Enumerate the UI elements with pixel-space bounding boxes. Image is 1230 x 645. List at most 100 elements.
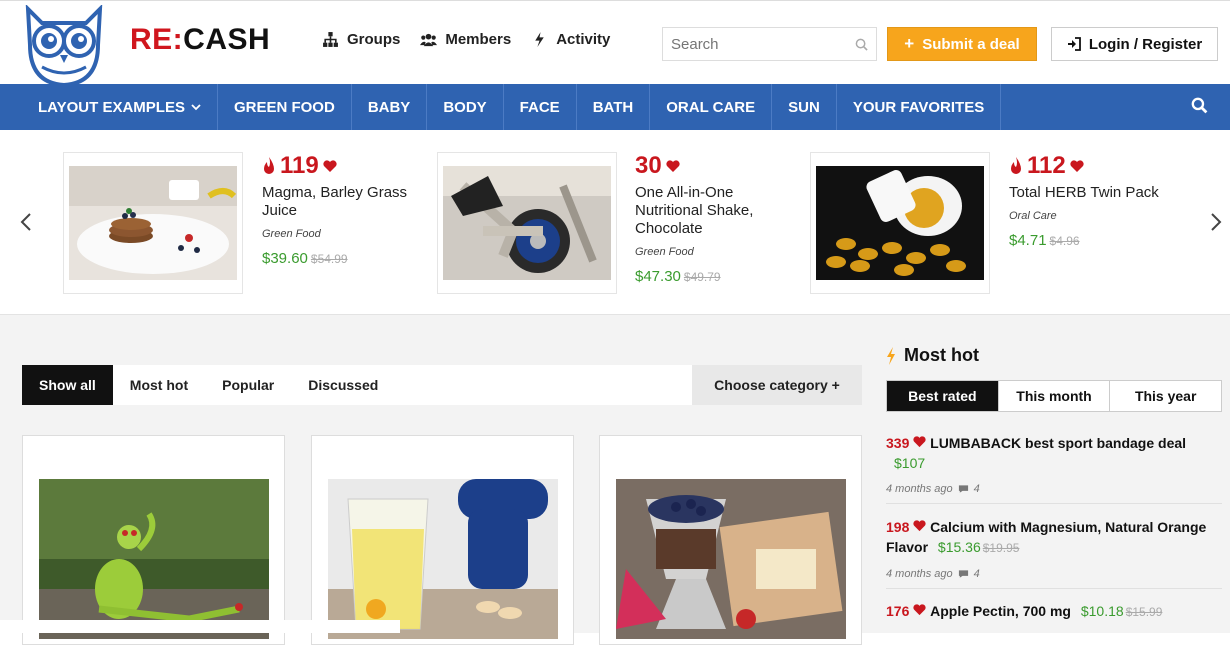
hot-title[interactable]: Calcium with Magnesium, Natural Orange F… — [886, 519, 1206, 555]
deal-score: 30 — [635, 152, 805, 180]
divider — [886, 503, 1222, 504]
tab-discussed[interactable]: Discussed — [291, 365, 395, 405]
current-price: $47.30 — [635, 268, 681, 285]
current-price: $4.71 — [1009, 232, 1047, 249]
hot-meta: 4 months ago 4 — [886, 479, 1222, 499]
fire-icon — [264, 157, 274, 174]
category-label: ORAL CARE — [666, 98, 756, 116]
nav-activity-label: Activity — [556, 31, 611, 48]
heart-icon[interactable] — [1070, 159, 1084, 173]
category-label: GREEN FOOD — [233, 98, 335, 116]
nav-groups-label: Groups — [347, 31, 401, 48]
heart-icon[interactable] — [913, 604, 926, 616]
deal-carousel: 119 Magma, Barley Grass Juice Green Food… — [0, 130, 1230, 315]
category-green-food[interactable]: GREEN FOOD — [218, 84, 352, 130]
bolt-icon — [535, 32, 544, 47]
tab-this-month[interactable]: This month — [998, 381, 1111, 411]
hot-old-price: $15.99 — [1125, 605, 1163, 619]
tab-popular[interactable]: Popular — [205, 365, 291, 405]
choose-category-button[interactable]: Choose category + — [692, 365, 862, 405]
category-oral-care[interactable]: ORAL CARE — [650, 84, 773, 130]
fire-icon — [1011, 157, 1021, 174]
heart-icon[interactable] — [913, 436, 926, 448]
heart-icon[interactable] — [913, 520, 926, 532]
hot-deal-item[interactable]: 176 Apple Pectin, 700 mg $10.18 $15.99 — [886, 601, 1222, 622]
deal-card[interactable] — [311, 435, 574, 645]
category-label: BABY — [367, 98, 411, 116]
nav-members[interactable]: Members — [420, 31, 511, 48]
nav-members-label: Members — [445, 31, 512, 48]
login-register-button[interactable]: Login / Register — [1051, 27, 1218, 61]
product-info: 119 Magma, Barley Grass Juice Green Food… — [262, 152, 432, 267]
heart-icon[interactable] — [666, 159, 680, 173]
category-sun[interactable]: SUN — [772, 84, 837, 130]
product-name[interactable]: One All-in-One Nutritional Shake, Chocol… — [635, 184, 805, 238]
submit-deal-label: Submit a deal — [922, 35, 1020, 53]
submit-deal-button[interactable]: + Submit a deal — [887, 27, 1037, 61]
hot-comments: 4 — [973, 483, 980, 495]
deal-card[interactable] — [599, 435, 862, 645]
product-category[interactable]: Green Food — [262, 228, 432, 240]
product-name[interactable]: Total HERB Twin Pack — [1009, 184, 1179, 202]
category-baby[interactable]: BABY — [352, 84, 428, 130]
category-label: FACE — [519, 98, 560, 116]
category-layout-examples[interactable]: LAYOUT EXAMPLES — [0, 84, 218, 130]
brand-logo-text[interactable]: RE:CASH — [130, 23, 270, 57]
tab-show-all[interactable]: Show all — [22, 365, 113, 405]
heart-icon[interactable] — [323, 159, 337, 173]
old-price: $4.96 — [1049, 234, 1080, 248]
product-category[interactable]: Oral Care — [1009, 210, 1179, 222]
category-label: BODY — [443, 98, 487, 116]
owl-logo-icon[interactable] — [22, 5, 106, 85]
category-body[interactable]: BODY — [427, 84, 504, 130]
category-label: YOUR FAVORITES — [852, 98, 985, 116]
category-bath[interactable]: BATH — [577, 84, 651, 130]
category-face[interactable]: FACE — [504, 84, 577, 130]
search-icon[interactable] — [1191, 97, 1208, 114]
product-image-card[interactable] — [810, 152, 990, 294]
category-label: SUN — [788, 98, 820, 116]
product-info: 30 One All-in-One Nutritional Shake, Cho… — [635, 152, 805, 285]
users-icon — [420, 33, 438, 47]
carousel-next-button[interactable] — [1210, 212, 1222, 238]
supplement-capsules-image — [816, 166, 984, 280]
search-icon[interactable] — [855, 38, 868, 51]
tab-most-hot[interactable]: Most hot — [113, 365, 205, 405]
product-image-card[interactable] — [437, 152, 617, 294]
category-navigation: LAYOUT EXAMPLES GREEN FOOD BABY BODY FAC… — [0, 84, 1230, 130]
hot-comments: 4 — [973, 568, 980, 580]
deal-score: 112 — [1009, 152, 1179, 180]
tab-this-year[interactable]: This year — [1110, 381, 1222, 411]
exercise-bike-image — [443, 166, 611, 280]
hot-title[interactable]: Apple Pectin, 700 mg — [930, 603, 1071, 619]
hot-score: 339 — [886, 435, 910, 451]
hot-deal-item[interactable]: 339 LUMBABACK best sport bandage deal $1… — [886, 433, 1222, 499]
category-your-favorites[interactable]: YOUR FAVORITES — [837, 84, 1002, 130]
sidebar-title-text: Most hot — [904, 345, 979, 365]
old-price: $54.99 — [310, 252, 348, 266]
product-name[interactable]: Magma, Barley Grass Juice — [262, 184, 432, 220]
nav-groups[interactable]: Groups — [322, 31, 400, 48]
product-category[interactable]: Green Food — [635, 246, 805, 258]
hot-meta: 4 months ago 4 — [886, 564, 1222, 584]
nav-activity[interactable]: Activity — [531, 31, 610, 48]
sidebar-title: Most hot — [886, 345, 979, 366]
product-info: 112 Total HERB Twin Pack Oral Care $4.71… — [1009, 152, 1179, 249]
hot-time: 4 months ago — [886, 568, 953, 580]
old-price: $49.79 — [683, 270, 721, 284]
brand-re: RE: — [130, 23, 184, 56]
product-image-card[interactable] — [63, 152, 243, 294]
deal-card[interactable] — [22, 435, 285, 645]
sidebar-tabs: Best rated This month This year — [886, 380, 1222, 412]
hot-price: $15.36 — [937, 539, 981, 555]
carousel-prev-button[interactable] — [20, 212, 32, 238]
top-navigation: Groups Members Activity — [322, 31, 610, 48]
hot-title[interactable]: LUMBABACK best sport bandage deal — [930, 435, 1186, 451]
footer-strip — [0, 620, 400, 633]
search-input[interactable] — [671, 35, 841, 53]
hot-deal-item[interactable]: 198 Calcium with Magnesium, Natural Oran… — [886, 517, 1222, 584]
brand-cash: CASH — [183, 23, 271, 56]
tab-best-rated[interactable]: Best rated — [887, 381, 999, 411]
chevron-left-icon — [20, 213, 31, 231]
deal-score: 119 — [262, 152, 432, 180]
